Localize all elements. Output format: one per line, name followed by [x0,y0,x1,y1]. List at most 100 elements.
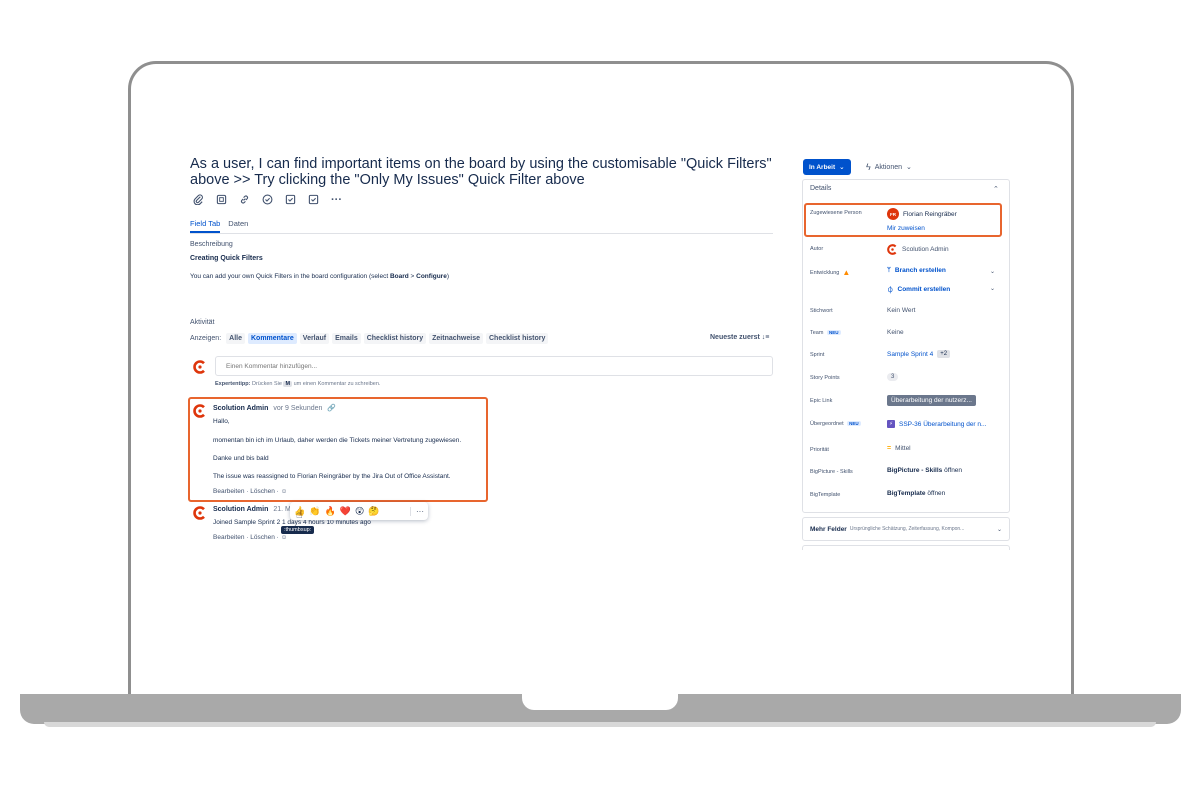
comment-line: Hallo, [213,418,230,425]
new-badge: NEU [826,330,841,335]
edit-link[interactable]: Bearbeiten [213,534,244,541]
reporter-label: Autor [810,246,824,252]
thinking-icon[interactable]: 🤔 [368,506,379,517]
sort-button[interactable]: Neueste zuerst ↓≡ [710,334,769,341]
sprint-label: Sprint [810,352,825,358]
issue-tabs: Field Tab Daten [190,219,773,234]
filter-checklist-history-2[interactable]: Checklist history [486,333,549,344]
chevron-down-icon: ⌄ [996,526,1002,533]
story-points-label: Story Points [810,375,840,381]
filter-all[interactable]: Alle [226,333,245,344]
epic-link-value[interactable]: Überarbeitung der nutzerz... [887,395,976,406]
new-badge: NEU [847,421,861,426]
add-reaction-icon[interactable]: ☺ [281,488,288,495]
create-branch-link[interactable]: ᛘ Branch erstellen [887,267,946,274]
laptop-notch [522,694,678,710]
labels-label: Stichwort [810,308,833,314]
heart-icon[interactable]: ❤️ [340,506,351,517]
keyboard-key: M [283,381,293,387]
child-issue-icon[interactable] [213,191,230,208]
paperclip-icon[interactable] [190,191,207,208]
issue-title[interactable]: As a user, I can find important items on… [190,156,780,188]
story-points-value[interactable]: 3 [887,373,899,381]
description-label: Beschreibung [190,241,233,248]
epic-link-label: Epic Link [810,398,833,404]
panel-stub [802,545,1010,550]
activity-filters: Anzeigen: Alle Kommentare Verlauf Emails… [190,333,549,344]
edit-link[interactable]: Bearbeiten [213,488,244,495]
assignee-value[interactable]: FR Florian Reingräber [887,208,957,220]
warning-icon: ▲ [842,268,851,277]
bigtemplate-open-link[interactable]: BigTemplate öffnen [887,490,945,497]
epic-icon: ⚡ [887,420,895,428]
delete-link[interactable]: Löschen [250,488,275,495]
add-reaction-icon[interactable]: ☺ [281,534,288,541]
bigtemplate-label: BigTemplate [810,492,841,498]
parent-label: Übergeordnet NEU [810,421,861,427]
scolution-logo-icon [193,506,205,520]
comment-header: Scolution Admin vor 9 Sekunden 🔗 [213,404,336,413]
checkbox-icon[interactable] [282,191,299,208]
show-label: Anzeigen: [190,335,222,342]
description-text[interactable]: You can add your own Quick Filters in th… [190,273,449,280]
team-label: Team NEU [810,330,841,336]
protip: Expertentipp: Drücken Sie M um einen Kom… [215,381,381,387]
activity-label: Aktivität [190,319,215,326]
labels-value[interactable]: Kein Wert [887,307,915,314]
checkbox-icon[interactable] [305,191,322,208]
status-button[interactable]: In Arbeit ⌄ [803,159,851,175]
comment-time[interactable]: 21. M [273,506,291,513]
comment-time[interactable]: vor 9 Sekunden [273,405,322,412]
scolution-logo-icon [193,404,205,418]
sprint-value[interactable]: Sample Sprint 4 +2 [887,350,951,358]
team-value[interactable]: Keine [887,329,904,336]
bigpicture-open-link[interactable]: BigPicture - Skills öffnen [887,467,962,474]
checkmark-circle-icon[interactable] [259,191,276,208]
priority-value[interactable]: = Mittel [887,445,911,452]
scolution-logo-icon [887,244,897,255]
comment-actions: Bearbeiten · Löschen · ☺ [213,488,288,495]
parent-value[interactable]: ⚡ SSP-36 Überarbeitung der n... [887,420,986,428]
filter-history[interactable]: Verlauf [299,333,330,344]
filter-emails[interactable]: Emails [332,333,361,344]
link-icon[interactable]: 🔗 [327,404,336,412]
sort-icon: ↓≡ [761,334,770,341]
delete-link[interactable]: Löschen [250,534,275,541]
assign-to-me-link[interactable]: Mir zuweisen [887,225,925,232]
clap-icon[interactable]: 👏 [309,506,320,517]
avatar: FR [887,208,899,220]
fire-icon[interactable]: 🔥 [324,506,335,517]
comment-input[interactable] [215,356,773,376]
more-reactions-button[interactable]: ··· [410,506,424,516]
details-header[interactable]: Details [810,185,831,192]
filter-worklog[interactable]: Zeitnachweise [429,333,483,344]
create-commit-link[interactable]: ⏀ Commit erstellen [887,284,950,295]
comment-highlight [188,397,488,502]
chevron-up-icon[interactable]: ⌃ [993,185,999,193]
branch-icon: ᛘ [887,267,891,274]
assignee-label: Zugewiesene Person [810,210,862,216]
reaction-picker: 👍 👏 🔥 ❤️ 😲 🤔 ··· [290,502,428,520]
link-icon[interactable] [236,191,253,208]
surprised-icon[interactable]: 😲 [355,506,364,517]
chevron-down-icon[interactable]: ⌄ [990,285,995,292]
tab-daten[interactable]: Daten [228,219,248,233]
reaction-tooltip: :thumbsup: [281,526,315,534]
tab-field-tab[interactable]: Field Tab [190,219,221,233]
priority-label: Priorität [810,447,829,453]
commit-icon: ⏀ [887,287,894,294]
filter-comments[interactable]: Kommentare [247,333,297,344]
chevron-down-icon: ⌄ [906,164,912,171]
sprint-more-badge[interactable]: +2 [937,350,951,358]
more-icon[interactable]: ··· [328,191,345,208]
issue-toolbar: ··· [190,191,345,208]
comment-author[interactable]: Scolution Admin [213,506,268,513]
description-heading: Creating Quick Filters [190,255,263,262]
comment-line: momentan bin ich im Urlaub, daher werden… [213,437,462,444]
actions-button[interactable]: ϟ Aktionen ⌄ [866,159,912,175]
more-fields-section[interactable]: Mehr Felder Ursprüngliche Schätzung, Zei… [802,517,1010,541]
filter-checklist-history[interactable]: Checklist history [363,333,427,344]
comment-author[interactable]: Scolution Admin [213,405,268,412]
chevron-down-icon[interactable]: ⌄ [990,268,995,275]
reporter-value[interactable]: Scolution Admin [887,244,949,255]
